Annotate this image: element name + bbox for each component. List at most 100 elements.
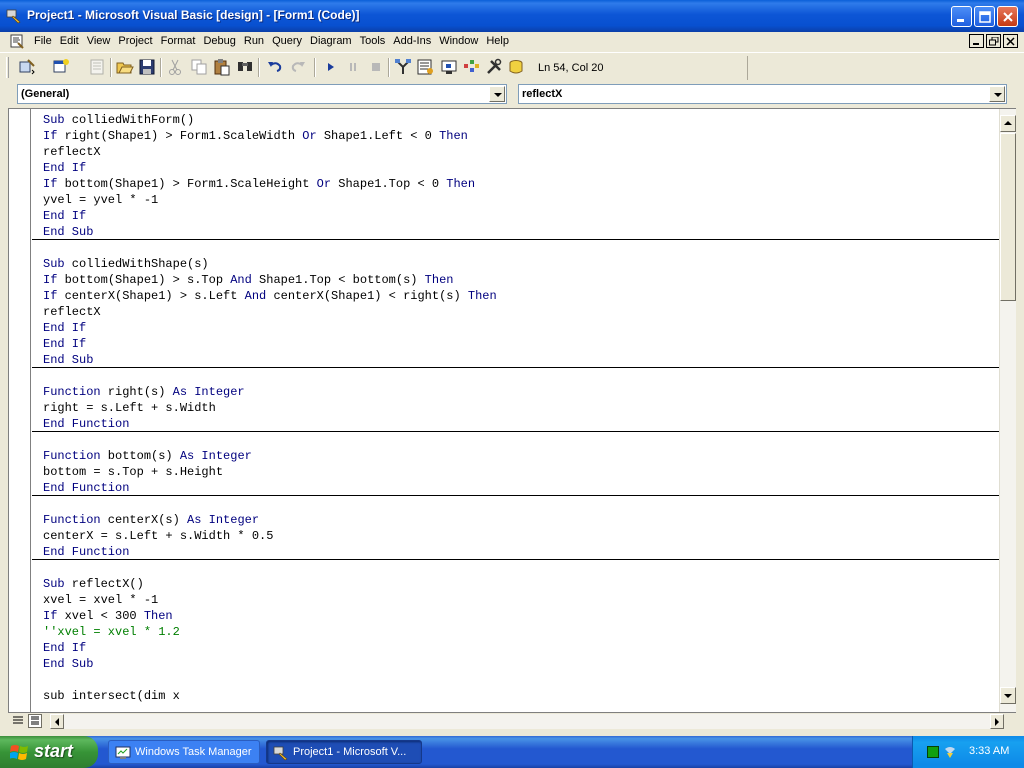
open-icon[interactable] [116,58,134,76]
code-line[interactable]: bottom = s.Top + s.Height [43,464,999,480]
start-button[interactable]: start [0,736,98,768]
data-view-icon[interactable] [508,58,526,76]
add-project-icon[interactable] [18,58,36,76]
menu-run[interactable]: Run [240,35,268,47]
code-line[interactable] [43,240,999,256]
procedure-combo-dropdown[interactable] [989,86,1005,102]
code-line[interactable]: Function centerX(s) As Integer [43,512,999,528]
code-line[interactable]: End Function [43,416,999,432]
code-line[interactable]: ''xvel = xvel * 1.2 [43,624,999,640]
menu-edit[interactable]: Edit [56,35,83,47]
code-window-icon[interactable] [10,34,25,49]
code-line[interactable] [43,560,999,576]
menu-add-ins[interactable]: Add-Ins [389,35,435,47]
code-line[interactable]: If xvel < 300 Then [43,608,999,624]
code-line[interactable]: End Sub [43,352,999,368]
code-line[interactable] [43,432,999,448]
object-browser-icon[interactable] [462,58,480,76]
margin-indicator-bar[interactable] [9,109,31,712]
code-line[interactable]: End Function [43,480,999,496]
code-editor[interactable]: Sub colliedWithForm() If right(Shape1) >… [8,108,1016,713]
code-line[interactable] [43,368,999,384]
menu-editor-icon[interactable] [88,58,106,76]
add-form-icon[interactable] [52,58,70,76]
code-line[interactable]: reflectX [43,304,999,320]
scroll-left-button[interactable] [50,714,64,729]
menu-file[interactable]: File [30,35,56,47]
code-line[interactable]: yvel = yvel * -1 [43,192,999,208]
object-combo[interactable]: (General) [17,84,507,104]
code-line[interactable]: sub intersect(dim x [43,688,999,704]
stop-icon[interactable] [367,58,385,76]
code-line[interactable]: Sub colliedWithForm() [43,112,999,128]
full-module-view-icon[interactable] [28,714,42,728]
form-layout-icon[interactable] [440,58,458,76]
pause-icon[interactable] [344,58,362,76]
cut-icon[interactable] [166,58,184,76]
undo-icon[interactable] [266,58,284,76]
menu-project[interactable]: Project [114,35,156,47]
code-line[interactable]: xvel = xvel * -1 [43,592,999,608]
code-text[interactable]: Sub colliedWithForm() If right(Shape1) >… [43,112,999,704]
code-line[interactable]: If right(Shape1) > Form1.ScaleWidth Or S… [43,128,999,144]
menu-format[interactable]: Format [157,35,200,47]
code-line[interactable]: Sub reflectX() [43,576,999,592]
horizontal-scrollbar[interactable] [50,714,1004,729]
taskbar-item-task-manager[interactable]: Windows Task Manager [108,740,260,764]
taskbar-item-vb-project[interactable]: Project1 - Microsoft V... [266,740,422,764]
code-line[interactable]: End If [43,208,999,224]
procedure-view-icon[interactable] [11,714,25,728]
menu-query[interactable]: Query [268,35,306,47]
project-explorer-icon[interactable] [394,58,412,76]
close-button[interactable] [997,6,1018,27]
code-line[interactable]: Function bottom(s) As Integer [43,448,999,464]
child-close-button[interactable] [1003,34,1018,48]
vertical-scrollbar[interactable] [999,109,1016,712]
code-line[interactable]: If bottom(Shape1) > Form1.ScaleHeight Or… [43,176,999,192]
run-icon[interactable] [322,58,340,76]
code-line[interactable] [43,496,999,512]
code-line[interactable] [43,672,999,688]
code-line[interactable]: Function right(s) As Integer [43,384,999,400]
code-line[interactable]: If centerX(Shape1) > s.Left And centerX(… [43,288,999,304]
minimize-button[interactable] [951,6,972,27]
properties-icon[interactable] [416,58,434,76]
code-line[interactable]: reflectX [43,144,999,160]
code-line[interactable]: End If [43,640,999,656]
scroll-thumb[interactable] [1000,133,1016,301]
menu-debug[interactable]: Debug [199,35,239,47]
code-line[interactable]: End If [43,160,999,176]
procedure-combo[interactable]: reflectX [518,84,1007,104]
toolbar-grip[interactable] [6,57,9,78]
menu-help[interactable]: Help [482,35,513,47]
scroll-down-button[interactable] [1000,687,1016,704]
code-line[interactable]: centerX = s.Left + s.Width * 0.5 [43,528,999,544]
code-line[interactable]: right = s.Left + s.Width [43,400,999,416]
code-line[interactable]: End If [43,320,999,336]
redo-icon[interactable] [289,58,307,76]
object-combo-dropdown[interactable] [489,86,505,102]
paste-icon[interactable] [213,58,231,76]
menu-diagram[interactable]: Diagram [306,35,356,47]
child-minimize-button[interactable] [969,34,984,48]
find-icon[interactable] [236,58,254,76]
code-line[interactable]: If bottom(Shape1) > s.Top And Shape1.Top… [43,272,999,288]
save-icon[interactable] [138,58,156,76]
scroll-right-button[interactable] [990,714,1004,729]
menu-tools[interactable]: Tools [356,35,390,47]
child-restore-button[interactable] [986,34,1001,48]
menu-view[interactable]: View [83,35,115,47]
maximize-button[interactable] [974,6,995,27]
vb-app-icon[interactable] [6,8,22,24]
copy-icon[interactable] [190,58,208,76]
network-icon[interactable] [943,745,957,759]
menu-window[interactable]: Window [435,35,482,47]
code-line[interactable]: End If [43,336,999,352]
scroll-up-button[interactable] [1000,115,1016,132]
code-line[interactable]: End Sub [43,224,999,240]
code-line[interactable]: End Sub [43,656,999,672]
clock[interactable]: 3:33 AM [969,745,1009,757]
code-line[interactable]: End Function [43,544,999,560]
toolbox-icon[interactable] [485,58,503,76]
task-manager-tray-icon[interactable] [927,746,939,758]
